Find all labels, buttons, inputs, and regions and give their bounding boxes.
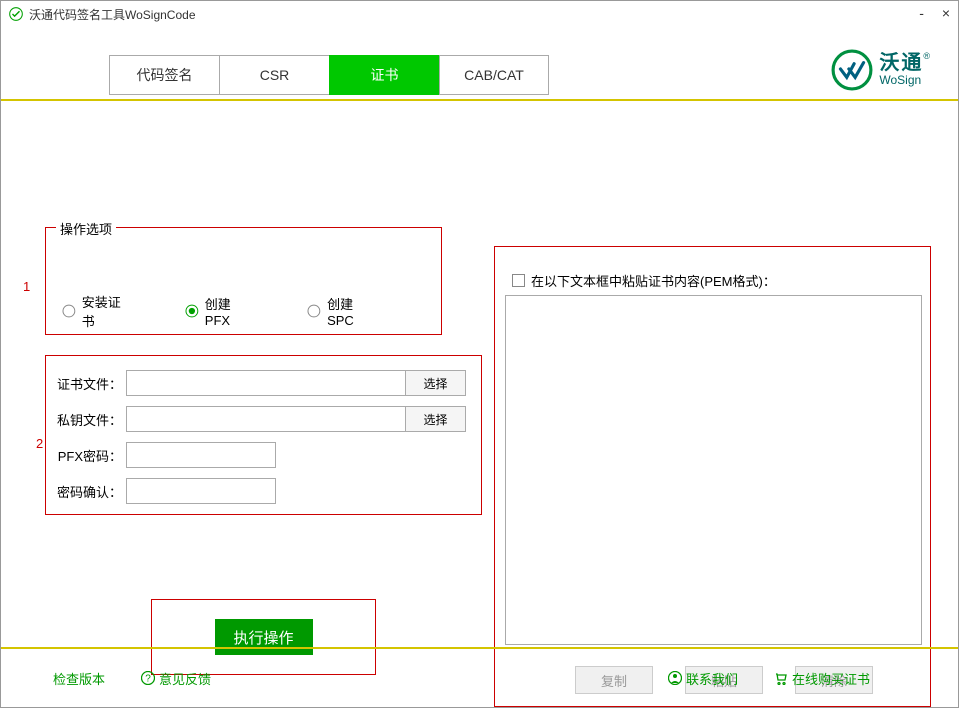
radio-off-icon [307,304,321,318]
header: 代码签名 CSR 证书 CAB/CAT 沃通® WoSign [1,27,958,99]
divider-top [1,99,958,101]
close-icon[interactable]: × [942,5,950,21]
section-label-2: 2 [36,436,43,451]
section-label-1: 1 [23,279,30,294]
cert-content-textarea[interactable] [505,295,922,645]
checkbox-icon[interactable] [512,274,525,287]
cert-file-select-button[interactable]: 选择 [406,370,466,396]
pfx-password-input[interactable] [126,442,276,468]
logo-en: WoSign [879,74,930,87]
feedback-icon: ? [141,671,155,685]
tab-cabcat[interactable]: CAB/CAT [439,55,549,95]
pfx-pwd-label: PFX密码： [56,446,122,465]
minimize-icon[interactable]: - [919,5,924,21]
radio-install-cert[interactable]: 安装证书 [62,292,133,330]
key-file-input[interactable] [126,406,406,432]
cert-file-input[interactable] [126,370,406,396]
footer: 检查版本 ? 意见反馈 联系我们 在线购买证书 [1,649,958,707]
window-title: 沃通代码签名工具WoSignCode [29,6,196,23]
files-group: 证书文件： 选择 私钥文件： 选择 PFX密码： 密码确认： [45,355,482,515]
paste-group: 在以下文本框中粘贴证书内容(PEM格式)： 复制 粘贴 清除 [494,246,931,707]
password-confirm-input[interactable] [126,478,276,504]
buy-cert-link[interactable]: 在线购买证书 [774,669,870,688]
key-file-select-button[interactable]: 选择 [406,406,466,432]
tab-cert[interactable]: 证书 [329,55,439,95]
radio-create-spc[interactable]: 创建SPC [307,292,379,330]
options-group: 操作选项 安装证书 创建PFX 创建SPC [45,227,442,335]
radio-create-pfx[interactable]: 创建PFX [185,292,255,330]
key-file-label: 私钥文件： [56,410,122,429]
radio-on-icon [185,304,199,318]
pwd-confirm-label: 密码确认： [56,482,122,501]
titlebar: 沃通代码签名工具WoSignCode - × [1,1,958,27]
contact-icon [668,671,682,685]
svg-text:?: ? [145,674,151,685]
check-version-link[interactable]: 检查版本 [53,669,105,688]
cart-icon [774,671,788,685]
paste-checkbox-label: 在以下文本框中粘贴证书内容(PEM格式)： [531,271,776,290]
tabs: 代码签名 CSR 证书 CAB/CAT [109,55,549,95]
logo-icon [831,49,873,91]
feedback-link[interactable]: ? 意见反馈 [141,669,211,688]
logo-cn: 沃通 [879,52,923,74]
tab-csr[interactable]: CSR [219,55,329,95]
logo: 沃通® WoSign [831,49,930,91]
cert-file-label: 证书文件： [56,374,122,393]
radio-off-icon [62,304,76,318]
contact-link[interactable]: 联系我们 [668,669,738,688]
options-title: 操作选项 [56,219,116,238]
app-icon [9,7,23,21]
tab-code-sign[interactable]: 代码签名 [109,55,219,95]
